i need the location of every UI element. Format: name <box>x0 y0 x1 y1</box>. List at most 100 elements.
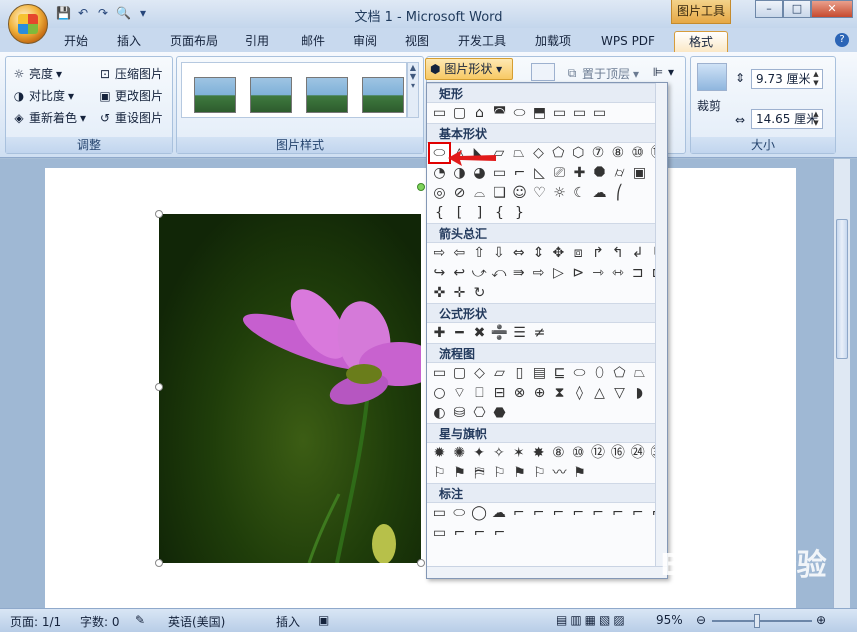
shape-option[interactable]: ⏢ <box>630 364 649 382</box>
shape-option[interactable]: ⌐ <box>549 504 568 522</box>
zoom-out-button[interactable]: ⊖ <box>696 613 706 627</box>
shape-option[interactable]: ✶ <box>509 444 528 462</box>
shape-option[interactable]: ⑩ <box>628 144 647 162</box>
shape-option[interactable]: ▭ <box>430 524 449 542</box>
selected-picture[interactable] <box>159 214 421 563</box>
shape-option[interactable]: ⎚ <box>550 164 569 182</box>
shape-option[interactable]: ⑦ <box>589 144 608 162</box>
zoom-in-button[interactable]: ⊕ <box>816 613 826 627</box>
shape-option[interactable]: ⧈ <box>569 244 588 262</box>
tab-page-layout[interactable]: 页面布局 <box>164 31 224 52</box>
shape-oval-selected[interactable]: ⬭ <box>428 142 451 164</box>
shape-option[interactable]: ◺ <box>530 164 549 182</box>
shape-option[interactable]: ㉔ <box>628 444 647 462</box>
shape-option[interactable]: ⇔ <box>509 244 528 262</box>
shape-option[interactable]: ✧ <box>489 444 508 462</box>
shape-option[interactable]: ⇩ <box>489 244 508 262</box>
shape-option[interactable]: ◇ <box>529 144 548 162</box>
shape-option[interactable]: ⚐ <box>530 464 549 482</box>
contrast-button[interactable]: ◑ 对比度 ▾ <box>12 87 74 104</box>
shape-option[interactable]: ⑩ <box>569 444 588 462</box>
style-thumbnail[interactable] <box>194 77 236 113</box>
tab-insert[interactable]: 插入 <box>108 31 150 52</box>
shape-option[interactable]: 〰 <box>550 464 569 482</box>
shape-option[interactable]: ⌐ <box>608 504 627 522</box>
crop-button[interactable]: 裁剪 <box>697 97 721 114</box>
shape-option[interactable]: ✖ <box>470 324 489 342</box>
shape-option[interactable]: ⛁ <box>450 404 469 422</box>
proofing-icon[interactable]: ✎ <box>135 613 145 627</box>
bring-to-front-button[interactable]: ⧉ 置于顶层 ▾ <box>565 65 639 82</box>
shape-option[interactable]: ⬯ <box>590 364 609 382</box>
shape-option[interactable]: ⊐ <box>628 264 647 282</box>
shape-option[interactable]: ⇨ <box>430 244 449 262</box>
shape-option[interactable]: ◎ <box>430 184 449 202</box>
shape-option[interactable]: ❑ <box>490 184 509 202</box>
shape-option[interactable]: ⇛ <box>509 264 528 282</box>
shape-option[interactable]: ✥ <box>549 244 568 262</box>
height-spinner[interactable]: ▲ ▼ <box>810 70 822 88</box>
minimize-button[interactable]: – <box>755 0 783 18</box>
shape-option[interactable]: ▱ <box>490 364 509 382</box>
shape-option[interactable]: ◗ <box>630 384 649 402</box>
shape-option[interactable]: ⬣ <box>490 404 509 422</box>
shape-option[interactable]: ⛿ <box>470 464 489 482</box>
shape-option[interactable]: ☁ <box>489 504 508 522</box>
resize-handle[interactable] <box>155 383 163 391</box>
shape-option[interactable]: ☁ <box>590 184 609 202</box>
shape-option[interactable]: ⌐ <box>628 504 647 522</box>
zoom-slider[interactable] <box>712 620 812 622</box>
shape-option[interactable]: ◚ <box>490 104 509 122</box>
shape-option[interactable]: ⇿ <box>608 264 627 282</box>
compress-pictures-button[interactable]: ⊡ 压缩图片 <box>98 65 163 82</box>
shape-option[interactable]: ▭ <box>430 504 449 522</box>
shape-option[interactable]: ◔ <box>430 164 449 182</box>
resize-handle[interactable] <box>155 559 163 567</box>
shape-option[interactable]: ⌐ <box>490 524 509 542</box>
shape-option[interactable]: ✸ <box>529 444 548 462</box>
tab-wps-pdf[interactable]: WPS PDF <box>592 31 664 52</box>
shape-option[interactable]: ⌐ <box>569 504 588 522</box>
shape-option[interactable]: ✚ <box>570 164 589 182</box>
shape-option[interactable]: ⇾ <box>589 264 608 282</box>
shape-option[interactable]: ⬠ <box>549 144 568 162</box>
tab-home[interactable]: 开始 <box>55 31 97 52</box>
shape-option[interactable]: ⯃ <box>590 164 609 182</box>
shape-option[interactable]: { <box>430 204 449 222</box>
shape-option[interactable]: ✜ <box>430 284 449 302</box>
shape-option[interactable]: ⇨ <box>529 264 548 282</box>
macro-icon[interactable]: ▣ <box>318 613 329 627</box>
shape-option[interactable]: ◐ <box>430 404 449 422</box>
shape-option[interactable]: ◯ <box>470 504 489 522</box>
shape-option[interactable]: ▭ <box>550 104 569 122</box>
shape-option[interactable]: ⌐ <box>510 164 529 182</box>
tab-format[interactable]: 格式 <box>674 31 728 52</box>
resize-handle[interactable] <box>155 210 163 218</box>
shape-option[interactable]: ⌔ <box>450 384 469 402</box>
gallery-scrollbar[interactable]: ▲ ▼ ▾ <box>407 62 419 118</box>
shape-option[interactable]: ⑧ <box>608 144 627 162</box>
shape-option[interactable]: ⧗ <box>550 384 569 402</box>
shape-option[interactable]: ▭ <box>590 104 609 122</box>
tab-mailings[interactable]: 邮件 <box>292 31 334 52</box>
shape-option[interactable]: ▯ <box>510 364 529 382</box>
shape-option[interactable]: ⬡ <box>569 144 588 162</box>
shape-option[interactable]: ⏢ <box>509 144 528 162</box>
shape-option[interactable]: ⊕ <box>530 384 549 402</box>
office-button[interactable] <box>8 4 48 44</box>
shape-option[interactable]: ☾ <box>570 184 589 202</box>
shape-option[interactable]: △ <box>590 384 609 402</box>
width-field[interactable]: 14.65 厘米 ▲ ▼ <box>751 109 823 129</box>
shape-option[interactable]: ⚑ <box>450 464 469 482</box>
shape-option[interactable]: ⤻ <box>470 264 489 282</box>
zoom-level[interactable]: 95% <box>656 613 683 627</box>
shape-option[interactable]: ◇ <box>470 364 489 382</box>
tab-developer[interactable]: 开发工具 <box>452 31 512 52</box>
align-button[interactable]: ⊫ ▾ <box>651 65 674 79</box>
shape-option[interactable]: ⊘ <box>450 184 469 202</box>
shape-option[interactable]: { <box>490 204 509 222</box>
menu-resize-grip[interactable] <box>427 566 667 578</box>
word-count[interactable]: 字数: 0 <box>80 613 120 630</box>
shape-option[interactable]: ⌂ <box>470 104 489 122</box>
change-picture-button[interactable]: ▣ 更改图片 <box>98 87 163 104</box>
